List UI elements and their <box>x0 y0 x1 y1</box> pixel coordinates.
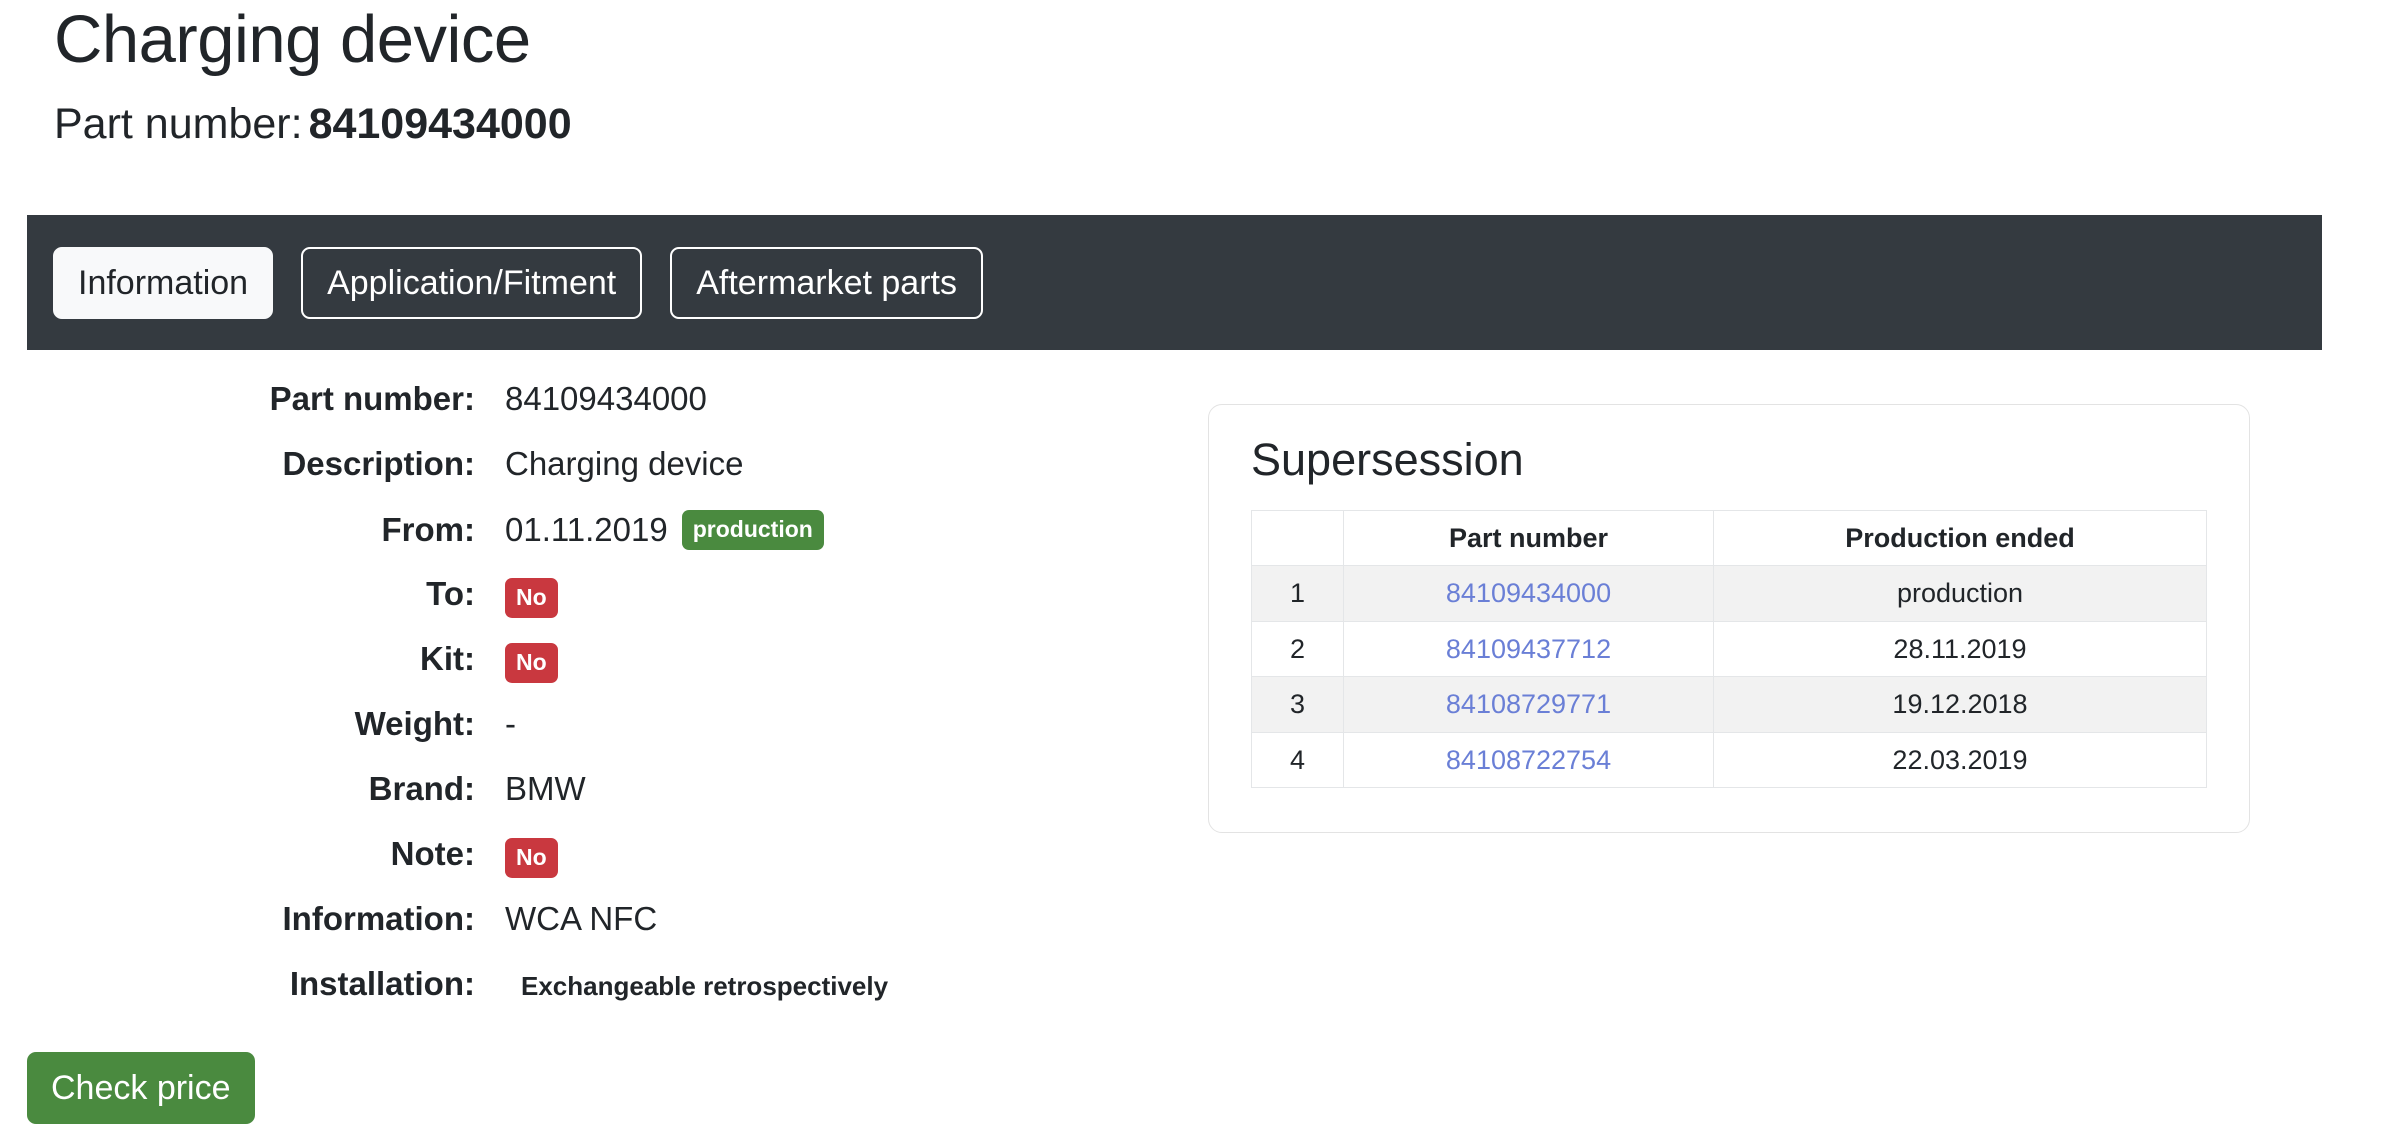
spec-value-installation: Exchangeable retrospectively <box>521 971 889 1001</box>
table-row: 2 84109437712 28.11.2019 <box>1251 620 2207 678</box>
spec-label-brand: Brand: <box>368 770 475 807</box>
spec-value-description: Charging device <box>505 445 744 482</box>
spec-row-description: Description: Charging device <box>0 445 1150 510</box>
spec-label-note: Note: <box>390 835 475 872</box>
supersession-title: Supersession <box>1251 434 1524 485</box>
spec-value-brand: BMW <box>505 770 586 807</box>
supersession-card: Supersession Part number Production ende… <box>1208 404 2250 833</box>
spec-value-weight: - <box>505 705 516 742</box>
supersession-table-body: 1 84109434000 production 2 84109437712 2… <box>1251 565 2207 788</box>
row-part-number-cell: 84108729771 <box>1343 676 1714 733</box>
row-production-ended: 19.12.2018 <box>1713 676 2207 733</box>
spec-label-kit: Kit: <box>420 640 475 677</box>
spec-row-to: To: No <box>0 575 1150 640</box>
spec-label-weight: Weight: <box>354 705 475 742</box>
spec-value-from-date: 01.11.2019 <box>505 511 668 548</box>
spec-value-part-number: 84109434000 <box>505 380 707 417</box>
table-row: 4 84108722754 22.03.2019 <box>1251 731 2207 788</box>
spec-row-note: Note: No <box>0 835 1150 900</box>
status-badge-to-no: No <box>505 578 558 618</box>
spec-row-weight: Weight: - <box>0 705 1150 770</box>
page-title: Charging device <box>54 2 531 77</box>
row-production-ended: 22.03.2019 <box>1713 731 2207 788</box>
row-index: 1 <box>1251 565 1344 622</box>
spec-row-installation: Installation: Exchangeable retrospective… <box>0 965 1150 1030</box>
tab-aftermarket-parts[interactable]: Aftermarket parts <box>670 246 983 319</box>
spec-value-information: WCA NFC <box>505 900 658 937</box>
supersession-table-head: Part number Production ended <box>1251 509 2207 567</box>
spec-row-kit: Kit: No <box>0 640 1150 705</box>
header-part-number-value: 84109434000 <box>308 100 572 148</box>
row-index: 4 <box>1251 731 1344 788</box>
table-row: 3 84108729771 19.12.2018 <box>1251 676 2207 733</box>
row-part-number-cell: 84109434000 <box>1343 565 1714 622</box>
table-header-row: Part number Production ended <box>1251 509 2207 567</box>
spec-label-to: To: <box>426 575 475 612</box>
row-index: 2 <box>1251 620 1344 678</box>
tab-information[interactable]: Information <box>53 246 274 319</box>
spec-label-installation: Installation: <box>289 965 475 1002</box>
spec-label-from: From: <box>381 511 476 548</box>
row-part-number-cell: 84109437712 <box>1343 620 1714 678</box>
row-production-ended: 28.11.2019 <box>1713 620 2207 678</box>
part-number-link[interactable]: 84109434000 <box>1446 578 1611 608</box>
header-part-number: Part number: 84109434000 <box>54 73 2400 146</box>
row-production-ended: production <box>1713 565 2207 622</box>
spec-value-from: 01.11.2019 production <box>475 510 824 550</box>
page-header: Charging device Part number: 84109434000 <box>0 0 2400 146</box>
part-spec-list: Part number: 84109434000 Description: Ch… <box>0 380 1150 1030</box>
status-badge-kit-no: No <box>505 643 558 683</box>
part-number-link[interactable]: 84109437712 <box>1446 634 1611 664</box>
spec-value-note: No <box>475 838 558 878</box>
header-part-number-label: Part number: <box>54 100 303 148</box>
row-index: 3 <box>1251 676 1344 733</box>
spec-label-information: Information: <box>282 900 475 937</box>
status-badge-note-no: No <box>505 838 558 878</box>
spec-row-from: From: 01.11.2019 production <box>0 510 1150 575</box>
status-badge-production: production <box>681 510 824 550</box>
spec-label-part-number: Part number: <box>269 380 475 417</box>
spec-row-part-number: Part number: 84109434000 <box>0 380 1150 445</box>
tab-bar: Information Application/Fitment Aftermar… <box>27 215 2322 350</box>
tab-application-fitment[interactable]: Application/Fitment <box>301 246 643 319</box>
spec-row-information: Information: WCA NFC <box>0 900 1150 965</box>
row-part-number-cell: 84108722754 <box>1343 731 1714 788</box>
table-row: 1 84109434000 production <box>1251 565 2207 622</box>
spec-value-to: No <box>475 578 558 618</box>
check-price-button[interactable]: Check price <box>27 1052 255 1124</box>
part-number-link[interactable]: 84108722754 <box>1446 745 1611 775</box>
column-header-index <box>1251 509 1344 567</box>
part-number-link[interactable]: 84108729771 <box>1446 689 1611 719</box>
column-header-part-number: Part number <box>1343 509 1714 567</box>
spec-label-description: Description: <box>282 445 475 482</box>
column-header-production-ended: Production ended <box>1713 509 2207 567</box>
spec-row-brand: Brand: BMW <box>0 770 1150 835</box>
supersession-table: Part number Production ended 1 841094340… <box>1251 509 2207 788</box>
spec-value-kit: No <box>475 643 558 683</box>
